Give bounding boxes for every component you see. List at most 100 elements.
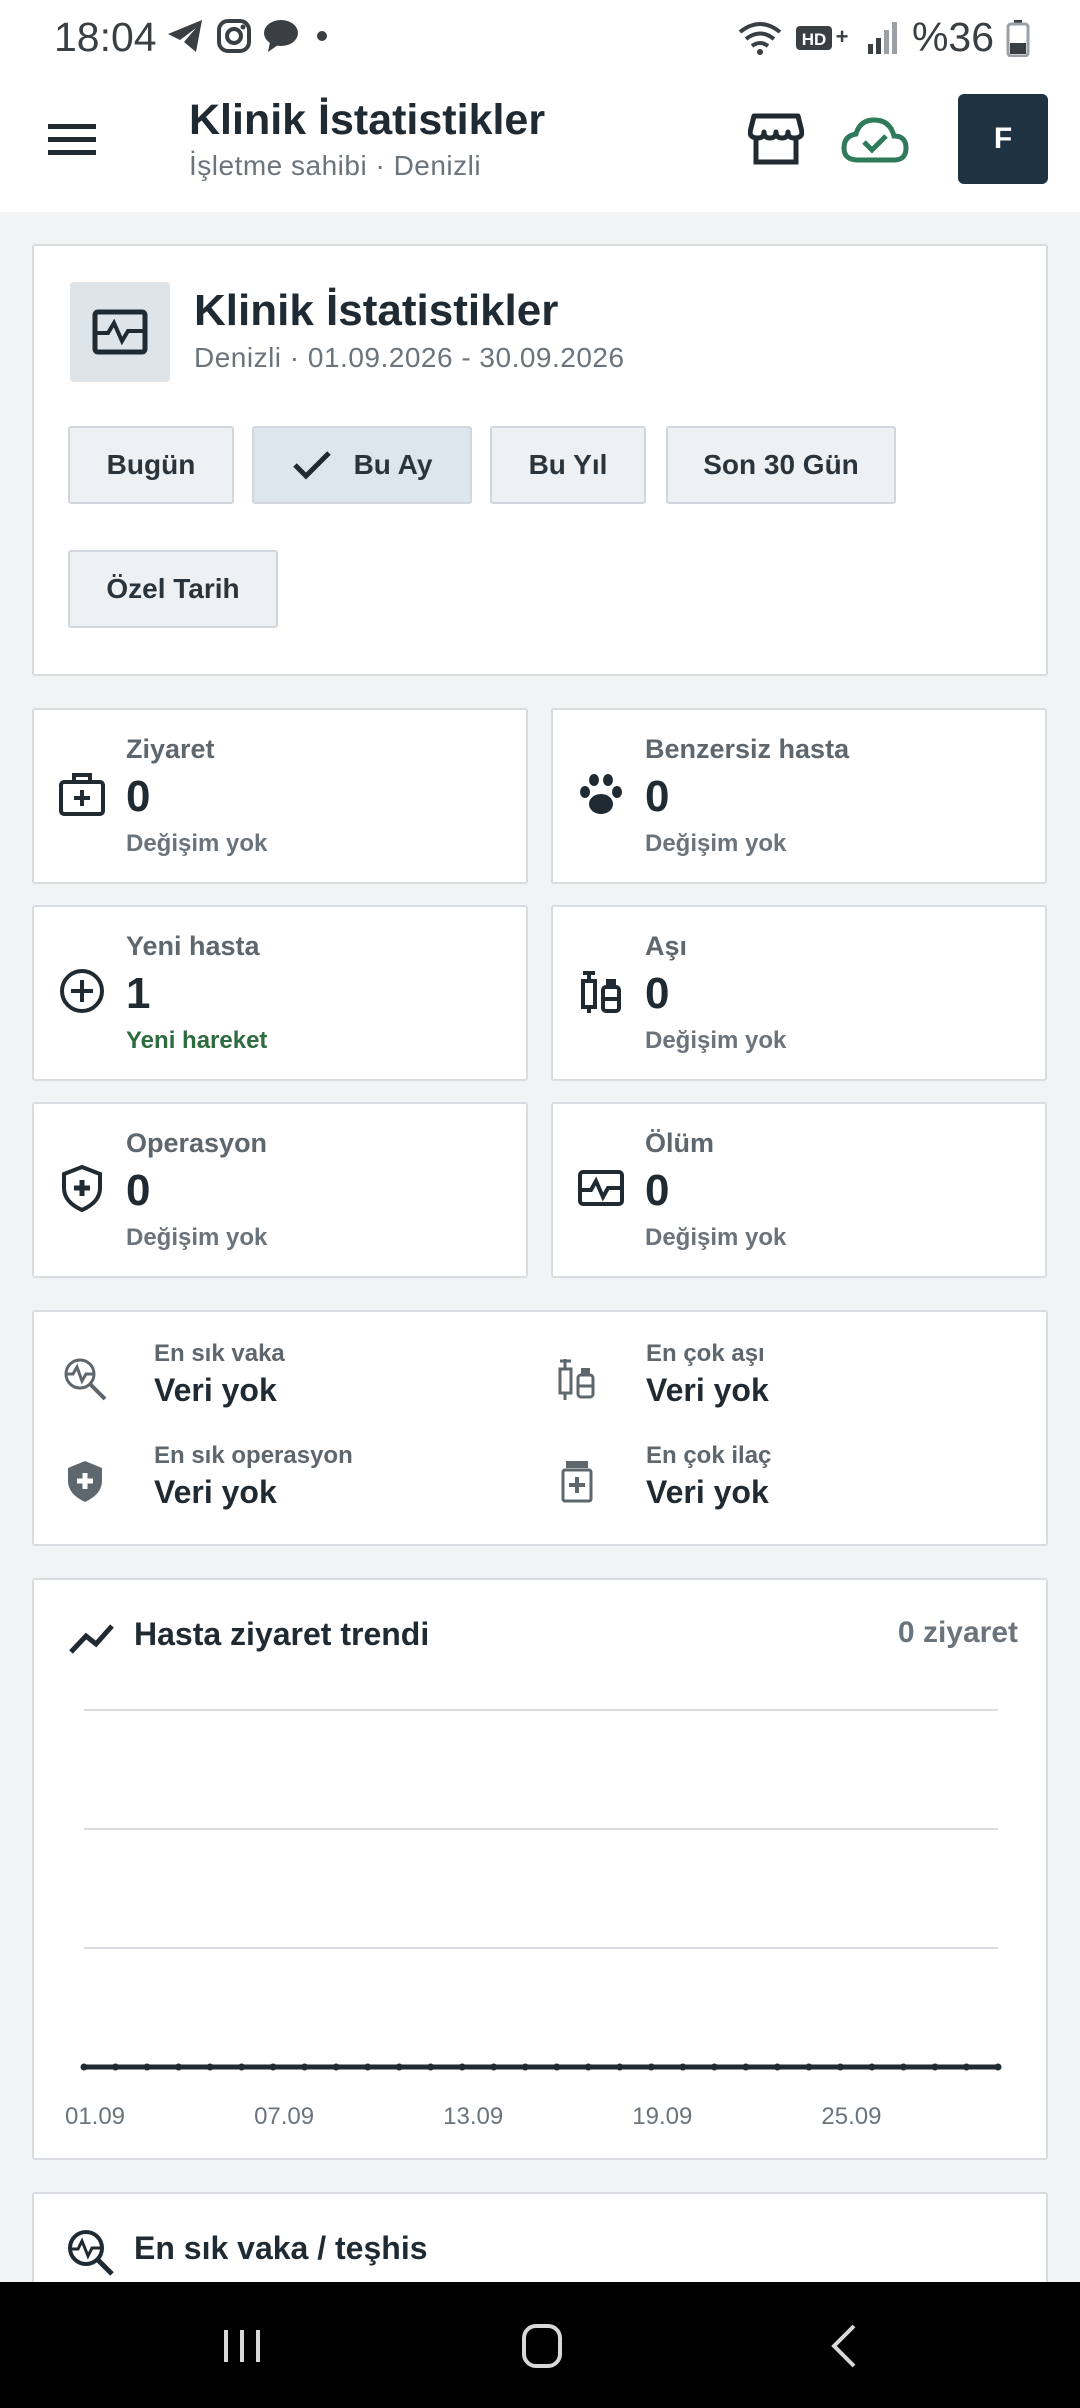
data-point — [332, 2063, 340, 2071]
data-point — [836, 2063, 844, 2071]
data-point — [553, 2063, 561, 2071]
data-point — [427, 2063, 435, 2071]
medicine-icon — [561, 1461, 593, 1503]
data-point — [994, 2063, 1002, 2071]
filter-this-month[interactable]: Bu Ay — [252, 426, 472, 504]
menu-icon[interactable] — [46, 118, 98, 162]
status-right: HD + %36 — [738, 14, 1030, 61]
header-icon-box — [70, 282, 170, 382]
data-point — [269, 2063, 277, 2071]
check-icon — [292, 451, 331, 480]
data-point — [899, 2063, 907, 2071]
x-tick-label: 07.09 — [254, 2103, 314, 2130]
search-pulse-icon — [64, 1358, 107, 1401]
data-point — [112, 2063, 120, 2071]
stat-label: Aşı — [645, 931, 688, 961]
stat-card-deaths: Ölüm 0 Değişim yok — [551, 1102, 1047, 1278]
stat-value: 1 — [126, 969, 151, 1018]
shield-plus-icon — [68, 1461, 102, 1502]
data-point — [584, 2063, 592, 2071]
stat-change: Değişim yok — [645, 1027, 787, 1054]
vaccine-icon — [558, 1359, 595, 1400]
data-point — [143, 2063, 151, 2071]
svg-text:HD: HD — [802, 30, 827, 49]
summary-value: Veri yok — [154, 1372, 277, 1408]
stat-label: Yeni hasta — [126, 931, 260, 961]
recent-apps-icon[interactable] — [212, 2318, 272, 2374]
data-point — [364, 2063, 372, 2071]
shield-plus-icon — [62, 1164, 102, 1212]
summary-label: En sık operasyon — [154, 1442, 353, 1469]
app-bar: Klinik İstatistikler İşletme sahibi · De… — [0, 74, 1080, 212]
data-point — [710, 2063, 718, 2071]
data-point — [395, 2063, 403, 2071]
summary-top-case: En sık vaka Veri yok — [62, 1340, 512, 1420]
data-point — [962, 2063, 970, 2071]
stats-header-card: Klinik İstatistikler Denizli · 01.09.202… — [32, 244, 1048, 676]
summary-value: Veri yok — [154, 1474, 277, 1510]
status-bar: 18:04 HD + %36 — [0, 0, 1080, 74]
summary-label: En çok ilaç — [646, 1442, 772, 1469]
summary-label: En sık vaka — [154, 1340, 285, 1367]
summary-top-operation: En sık operasyon Veri yok — [62, 1442, 512, 1522]
store-icon[interactable] — [748, 110, 804, 166]
data-point — [458, 2063, 466, 2071]
data-point — [647, 2063, 655, 2071]
data-point — [679, 2063, 687, 2071]
x-tick-label: 01.09 — [65, 2103, 125, 2130]
avatar[interactable]: F — [958, 94, 1048, 184]
filter-last-30-days[interactable]: Son 30 Gün — [666, 426, 896, 504]
stat-value: 0 — [645, 772, 670, 821]
stat-value: 0 — [645, 1166, 670, 1215]
stat-label: Ölüm — [645, 1128, 715, 1158]
filter-today[interactable]: Bugün — [68, 426, 234, 504]
data-point — [773, 2063, 781, 2071]
stat-card-visits: Ziyaret 0 Değişim yok — [32, 708, 528, 884]
filter-custom-date[interactable]: Özel Tarih — [68, 550, 278, 628]
data-point — [206, 2063, 214, 2071]
filter-this-year[interactable]: Bu Yıl — [490, 426, 646, 504]
visit-trend-chart: 01.09 07.09 13.09 19.09 25.09 — [65, 1709, 1002, 2130]
data-point — [868, 2063, 876, 2071]
app-subtitle: İşletme sahibi · Denizli — [189, 150, 482, 181]
data-point — [742, 2063, 750, 2071]
summary-value: Veri yok — [646, 1474, 769, 1510]
summary-value: Veri yok — [646, 1372, 769, 1408]
data-point — [521, 2063, 529, 2071]
summary-label: En çok aşı — [646, 1340, 765, 1367]
svg-text:+: + — [836, 24, 849, 49]
back-icon[interactable] — [816, 2318, 876, 2374]
summary-top-vaccine: En çok aşı Veri yok — [554, 1340, 1004, 1420]
stat-value: 0 — [126, 1166, 151, 1215]
cloud-sync-icon[interactable] — [840, 112, 910, 168]
summary-card: En sık vaka Veri yok En çok aşı Veri yok… — [32, 1310, 1048, 1546]
hd-icon: HD + — [795, 24, 849, 50]
stat-label: Benzersiz hasta — [645, 734, 850, 764]
system-nav-bar — [0, 2282, 1080, 2408]
stat-value: 0 — [126, 772, 151, 821]
stat-change: Değişim yok — [645, 830, 787, 857]
signal-icon — [867, 21, 897, 54]
data-point — [931, 2063, 939, 2071]
stat-change: Değişim yok — [645, 1224, 787, 1251]
stat-value: 0 — [645, 969, 670, 1018]
summary-top-medicine: En çok ilaç Veri yok — [554, 1442, 1004, 1522]
data-point — [616, 2063, 624, 2071]
stat-card-unique-patients: Benzersiz hasta 0 Değişim yok — [551, 708, 1047, 884]
vaccine-icon — [581, 971, 621, 1013]
home-icon[interactable] — [512, 2318, 572, 2374]
header-date-range: Denizli · 01.09.2026 - 30.09.2026 — [194, 342, 625, 373]
data-point — [80, 2063, 88, 2071]
data-point — [490, 2063, 498, 2071]
stat-card-new-patients: Yeni hasta 1 Yeni hareket — [32, 905, 528, 1081]
status-time: 18:04 — [54, 14, 157, 60]
stat-card-operations: Operasyon 0 Değişim yok — [32, 1102, 528, 1278]
battery-percent: %36 — [911, 14, 994, 60]
data-point — [238, 2063, 246, 2071]
stat-change: Değişim yok — [126, 1224, 268, 1251]
chat-icon — [264, 20, 298, 52]
stat-card-vaccines: Aşı 0 Değişim yok — [551, 905, 1047, 1081]
data-point — [805, 2063, 813, 2071]
instagram-icon — [217, 19, 251, 53]
visit-trend-card: Hasta ziyaret trendi 0 ziyaret 01.09 07.0… — [32, 1578, 1048, 2160]
